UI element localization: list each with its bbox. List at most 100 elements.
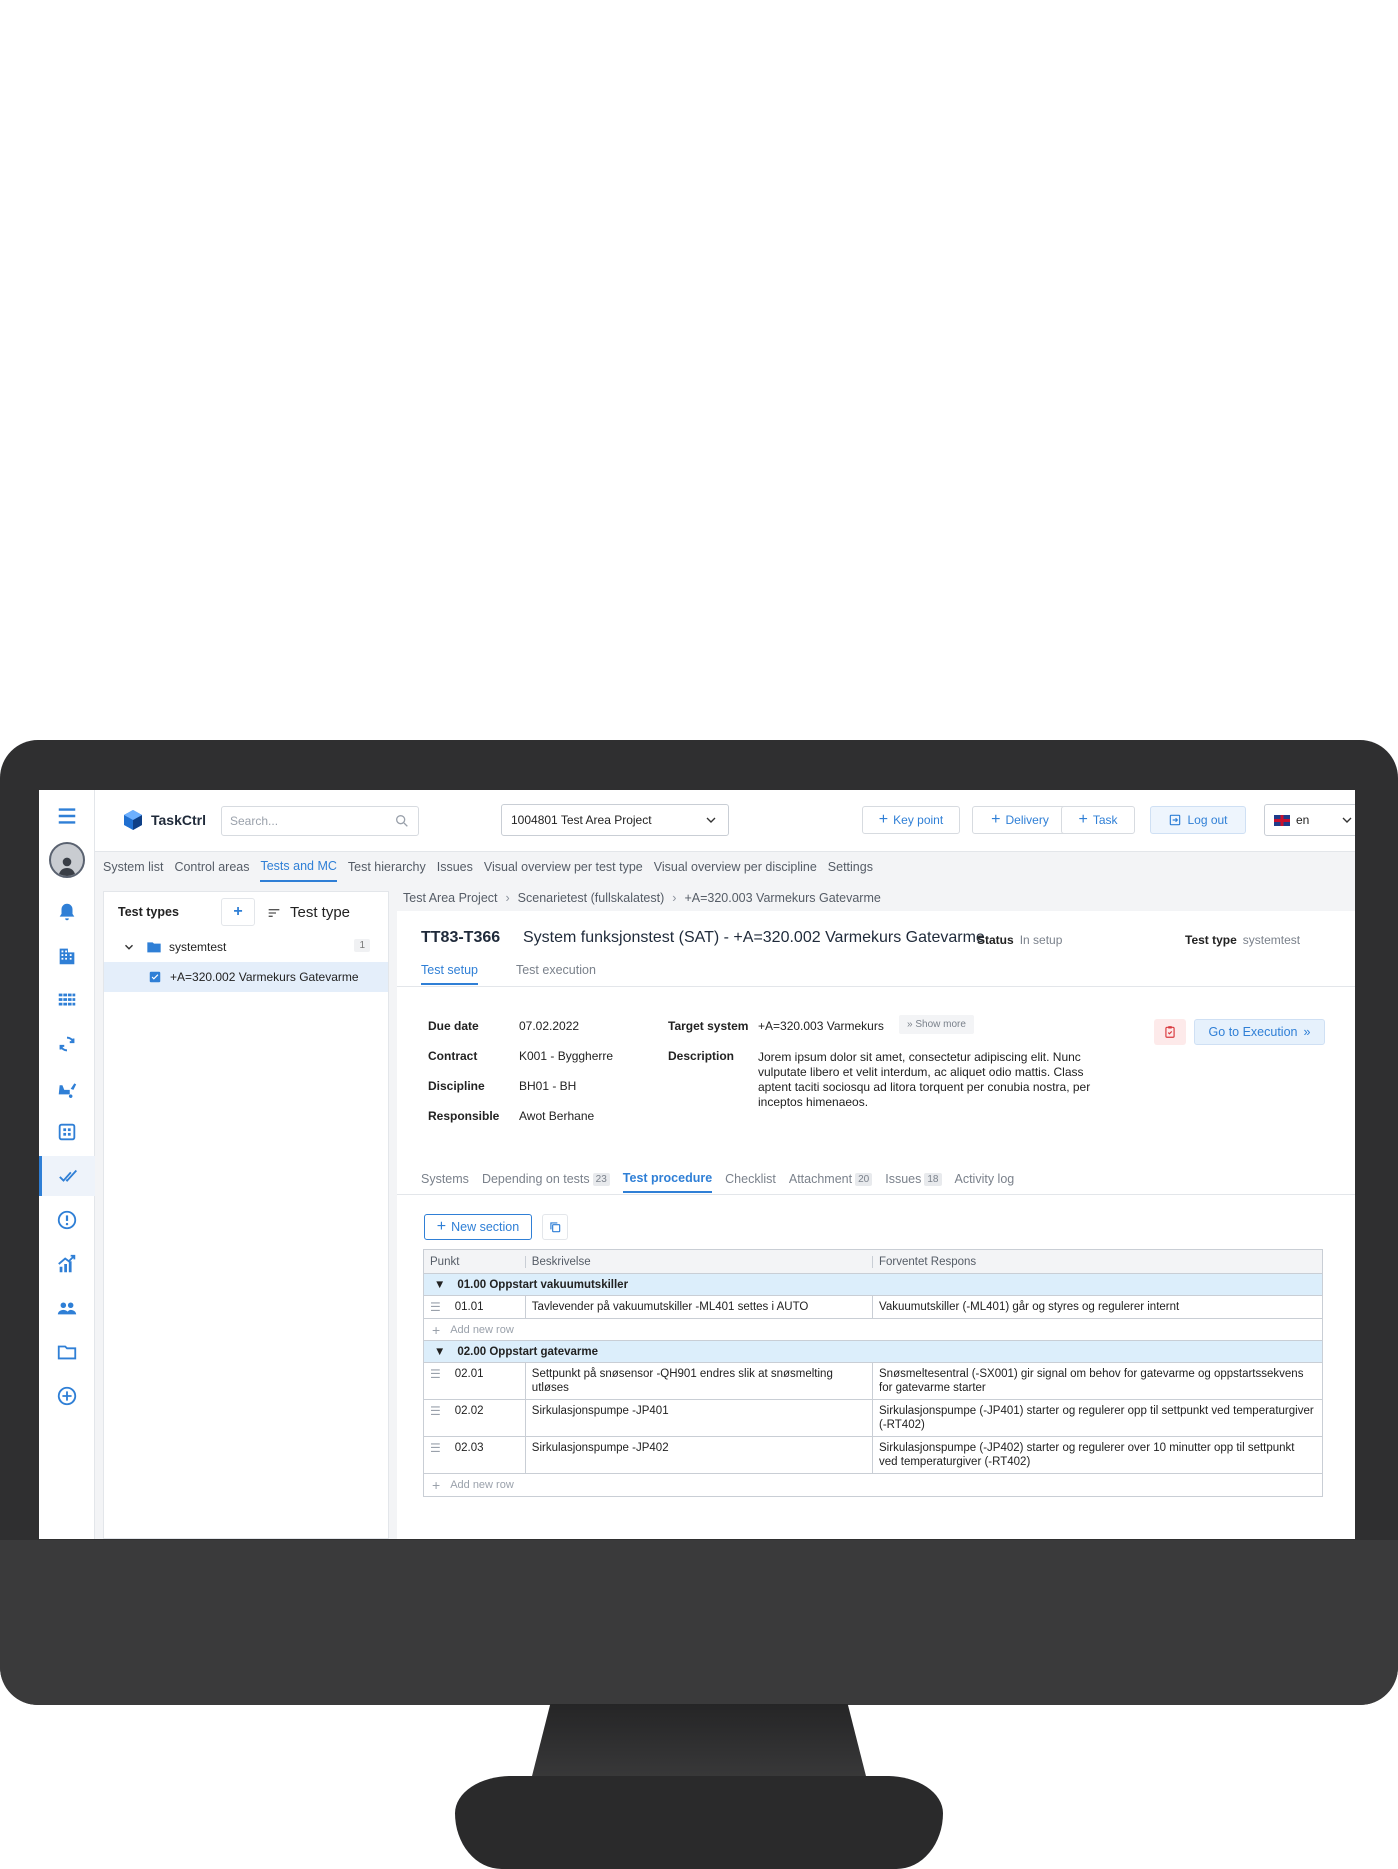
sort-label: Test type bbox=[290, 904, 351, 921]
nav-test-hierarchy[interactable]: Test hierarchy bbox=[348, 852, 426, 882]
project-select[interactable]: 1004801 Test Area Project bbox=[501, 804, 729, 836]
hamburger-menu-icon[interactable] bbox=[39, 796, 95, 836]
search-input[interactable]: Search... bbox=[221, 806, 419, 836]
chart-growth-icon[interactable] bbox=[39, 1244, 95, 1284]
add-row-button[interactable]: + Add new row bbox=[424, 1319, 1322, 1341]
table-row[interactable]: ☰ 02.02 Sirkulasjonspumpe -JP401 Sirkulas… bbox=[424, 1400, 1322, 1437]
beskrivelse-cell[interactable]: Settpunkt på snøsensor -QH901 endres sli… bbox=[526, 1363, 874, 1399]
nav-tests-and-mc[interactable]: Tests and MC bbox=[260, 852, 337, 882]
due-date-label: Due date bbox=[428, 1019, 479, 1033]
chevron-down-icon[interactable] bbox=[122, 940, 136, 954]
breadcrumb-item[interactable]: Scenarietest (fullskalatest) bbox=[518, 891, 665, 905]
folder-icon[interactable] bbox=[39, 1332, 95, 1372]
tab-systems[interactable]: Systems bbox=[421, 1171, 469, 1193]
add-circle-icon[interactable] bbox=[39, 1376, 95, 1416]
breadcrumb-item[interactable]: +A=320.003 Varmekurs Gatevarme bbox=[684, 891, 880, 905]
dashboard-icon[interactable] bbox=[39, 1112, 95, 1152]
nav-settings[interactable]: Settings bbox=[828, 852, 873, 882]
section-row[interactable]: ▼ 01.00 Oppstart vakuumutskiller bbox=[424, 1274, 1322, 1296]
test-detail: TT83-T366 System funksjonstest (SAT) - +… bbox=[397, 911, 1355, 1539]
table-row[interactable]: ☰ 02.03 Sirkulasjonspumpe -JP402 Sirkulas… bbox=[424, 1437, 1322, 1474]
plus-icon: + bbox=[1078, 811, 1088, 828]
chevrons-right-icon: » bbox=[1303, 1025, 1311, 1039]
user-avatar[interactable] bbox=[39, 838, 95, 882]
double-check-icon[interactable] bbox=[39, 1156, 95, 1196]
drag-handle-icon[interactable]: ☰ bbox=[430, 1367, 441, 1381]
nav-system-list[interactable]: System list bbox=[103, 852, 163, 882]
nav-control-areas[interactable]: Control areas bbox=[174, 852, 249, 882]
show-more-button[interactable]: » Show more bbox=[899, 1015, 974, 1034]
add-delivery-button[interactable]: + Delivery bbox=[972, 806, 1068, 834]
plus-icon: + bbox=[878, 811, 889, 828]
tab-label: Checklist bbox=[725, 1172, 776, 1186]
nav-issues[interactable]: Issues bbox=[437, 852, 473, 882]
beskrivelse-cell[interactable]: Sirkulasjonspumpe -JP402 bbox=[526, 1437, 874, 1473]
copy-button[interactable] bbox=[542, 1214, 568, 1240]
tab-label: Depending on tests bbox=[481, 1172, 590, 1186]
breadcrumb-item[interactable]: Test Area Project bbox=[403, 891, 498, 905]
grid-apps-icon[interactable] bbox=[39, 980, 95, 1020]
column-header-punkt: Punkt bbox=[424, 1255, 526, 1268]
tab-checklist[interactable]: Checklist bbox=[725, 1171, 776, 1193]
tab-test-procedure[interactable]: Test procedure bbox=[622, 1171, 713, 1193]
table-row[interactable]: ☰ 01.01 Tavlevender på vakuumutskiller -M… bbox=[424, 1296, 1322, 1319]
tree-node-label: +A=320.002 Varmekurs Gatevarme bbox=[170, 970, 359, 984]
table-row[interactable]: ☰ 02.01 Settpunkt på snøsensor -QH901 end… bbox=[424, 1363, 1322, 1400]
alert-circle-icon[interactable] bbox=[39, 1200, 95, 1240]
bell-icon[interactable] bbox=[39, 892, 95, 932]
app-logo[interactable]: TaskCtrl bbox=[121, 808, 206, 832]
triangle-down-icon[interactable]: ▼ bbox=[434, 1279, 445, 1291]
tab-activity-log[interactable]: Activity log bbox=[955, 1171, 1015, 1193]
new-section-button[interactable]: + New section bbox=[424, 1214, 532, 1240]
tree-node-varmekurs[interactable]: +A=320.002 Varmekurs Gatevarme bbox=[104, 962, 388, 992]
drag-handle-icon[interactable]: ☰ bbox=[430, 1441, 441, 1455]
search-icon bbox=[396, 815, 408, 827]
nav-visual-overview-test-type[interactable]: Visual overview per test type bbox=[484, 852, 643, 882]
respons-cell[interactable]: Sirkulasjonspumpe (-JP402) starter og re… bbox=[873, 1437, 1322, 1473]
nav-visual-overview-discipline[interactable]: Visual overview per discipline bbox=[654, 852, 817, 882]
add-key-point-button[interactable]: + Key point bbox=[862, 806, 960, 834]
people-icon[interactable] bbox=[39, 1288, 95, 1328]
chevron-right-icon: › bbox=[672, 891, 677, 905]
plus-icon: + bbox=[432, 1477, 441, 1493]
discipline-value: BH01 - BH bbox=[519, 1079, 577, 1093]
tree-node-label: systemtest bbox=[169, 940, 227, 954]
tab-test-execution[interactable]: Test execution bbox=[516, 963, 596, 985]
go-to-execution-button[interactable]: Go to Execution » bbox=[1194, 1019, 1325, 1045]
excavator-icon[interactable] bbox=[39, 1068, 95, 1108]
add-row-button[interactable]: + Add new row bbox=[424, 1474, 1322, 1496]
new-section-label: New section bbox=[451, 1220, 520, 1234]
building-icon[interactable] bbox=[39, 936, 95, 976]
plus-icon: + bbox=[233, 903, 243, 920]
drag-handle-icon[interactable]: ☰ bbox=[430, 1404, 441, 1418]
tab-label: Systems bbox=[421, 1172, 469, 1186]
drag-handle-icon[interactable]: ☰ bbox=[430, 1300, 441, 1314]
tab-depending-on-tests[interactable]: Depending on tests 23 bbox=[482, 1171, 610, 1193]
add-test-type-button[interactable]: + bbox=[221, 898, 255, 926]
tree-node-systemtest[interactable]: systemtest 1 bbox=[104, 932, 388, 962]
clipboard-button[interactable] bbox=[1154, 1019, 1186, 1045]
go-to-execution-label: Go to Execution bbox=[1208, 1025, 1298, 1039]
column-header-beskrivelse: Beskrivelse bbox=[526, 1255, 874, 1268]
add-task-button[interactable]: + Task bbox=[1061, 806, 1135, 834]
respons-cell[interactable]: Snøsmeltesentral (-SX001) gir signal om … bbox=[873, 1363, 1322, 1399]
table-header-row: Punkt Beskrivelse Forventet Respons bbox=[424, 1250, 1322, 1274]
language-select[interactable]: en bbox=[1264, 804, 1355, 836]
tab-issues[interactable]: Issues 18 bbox=[885, 1171, 942, 1193]
test-title: System funksjonstest (SAT) - +A=320.002 … bbox=[523, 929, 985, 946]
beskrivelse-cell[interactable]: Sirkulasjonspumpe -JP401 bbox=[526, 1400, 874, 1436]
column-header-forventet-respons: Forventet Respons bbox=[879, 1255, 977, 1268]
respons-cell[interactable]: Vakuumutskiller (-ML401) går og styres o… bbox=[873, 1296, 1322, 1318]
beskrivelse-cell[interactable]: Tavlevender på vakuumutskiller -ML401 se… bbox=[526, 1296, 874, 1318]
section-row[interactable]: ▼ 02.00 Oppstart gatevarme bbox=[424, 1341, 1322, 1363]
sync-icon[interactable] bbox=[39, 1024, 95, 1064]
sort-control[interactable]: Test type bbox=[266, 904, 350, 921]
tab-test-setup[interactable]: Test setup bbox=[421, 963, 478, 985]
triangle-down-icon[interactable]: ▼ bbox=[434, 1346, 445, 1358]
show-more-label: Show more bbox=[915, 1019, 966, 1030]
sort-icon bbox=[268, 908, 280, 917]
respons-cell[interactable]: Sirkulasjonspumpe (-JP401) starter og re… bbox=[873, 1400, 1322, 1436]
logout-button[interactable]: Log out bbox=[1150, 806, 1246, 834]
tab-attachment[interactable]: Attachment 20 bbox=[789, 1171, 873, 1193]
test-item-icon bbox=[149, 971, 161, 983]
